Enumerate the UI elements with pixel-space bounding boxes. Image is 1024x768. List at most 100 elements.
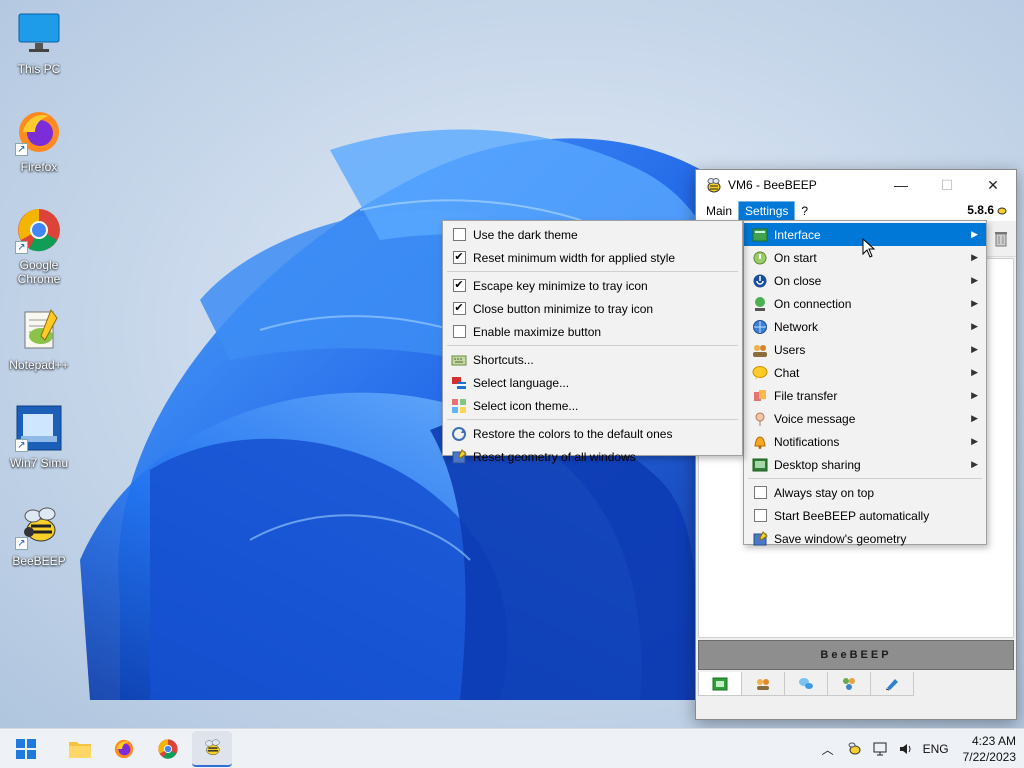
minimize-button[interactable]: —	[878, 170, 924, 200]
taskbar-firefox[interactable]	[104, 731, 144, 767]
menu-main[interactable]: Main	[700, 202, 738, 220]
menu-separator	[447, 345, 738, 346]
shortcut-arrow-icon: ↗	[15, 537, 28, 550]
files-tab-icon[interactable]	[870, 672, 914, 696]
menu-separator	[447, 271, 738, 272]
firefox-icon: ↗	[15, 108, 63, 156]
desktop-icon-label: Google Chrome	[17, 258, 61, 286]
file-explorer-icon	[69, 741, 91, 758]
menu-item-reset-min-width[interactable]: ✔ Reset minimum width for applied style	[443, 246, 742, 269]
close-button[interactable]: ✕	[970, 170, 1016, 200]
menu-item-select-language[interactable]: Select language...	[443, 371, 742, 394]
start-icon	[16, 738, 36, 759]
submenu-arrow-icon: ▶	[971, 459, 978, 469]
menu-item-dark-theme[interactable]: Use the dark theme	[443, 223, 742, 246]
chrome-icon: ↗	[15, 206, 63, 254]
menu-item-always-on-top[interactable]: Always stay on top	[744, 481, 986, 504]
checkbox-dark-theme[interactable]	[452, 228, 466, 241]
mouse-cursor-icon	[862, 238, 876, 258]
menu-item-restore-colors[interactable]: Restore the colors to the default ones	[443, 422, 742, 445]
menu-item-chat[interactable]: Chat ▶	[744, 361, 986, 384]
desktop-icon-label: Notepad++	[9, 358, 69, 372]
firefox-icon	[114, 739, 134, 758]
taskbar: ︿ ENG 4:23 AM 7/22/2023	[0, 728, 1024, 768]
network-tab-icon[interactable]	[827, 672, 871, 696]
desktop-icon-this-pc[interactable]: This PC	[4, 10, 74, 76]
beebeep-app-icon	[707, 178, 721, 193]
desktop-icon-win7-simu[interactable]: ↗ Win7 Simu	[4, 404, 74, 470]
clock[interactable]: 4:23 AM 7/22/2023	[963, 733, 1016, 765]
start-button[interactable]	[6, 731, 46, 767]
settings-menu: Interface ▶ On start ▶ On close ▶ On connec…	[743, 220, 987, 546]
checkbox-start-automatically[interactable]	[753, 509, 767, 522]
restore-colors-icon	[451, 426, 467, 442]
menu-item-escape-minimize[interactable]: ✔ Escape key minimize to tray icon	[443, 274, 742, 297]
menu-item-close-minimize[interactable]: ✔ Close button minimize to tray icon	[443, 297, 742, 320]
taskbar-file-explorer[interactable]	[60, 731, 100, 767]
checkbox-reset-min-width[interactable]: ✔	[452, 251, 466, 264]
menu-item-start-automatically[interactable]: Start BeeBEEP automatically	[744, 504, 986, 527]
desktop-icon-beebeep[interactable]: ↗ BeeBEEP	[4, 502, 74, 568]
menu-item-save-geometry[interactable]: Save window's geometry	[744, 527, 986, 550]
desktop-icon-label: Win7 Simu	[9, 456, 68, 470]
menu-item-on-close[interactable]: On close ▶	[744, 269, 986, 292]
shortcut-arrow-icon: ↗	[15, 439, 28, 452]
desktop-icon-firefox[interactable]: ↗ Firefox	[4, 108, 74, 174]
save-geometry-icon	[752, 530, 768, 547]
submenu-arrow-icon: ▶	[971, 367, 978, 377]
bottom-tabs	[698, 672, 914, 696]
network-icon	[752, 319, 768, 335]
interface-submenu: Use the dark theme ✔ Reset minimum width…	[442, 220, 743, 464]
desktop-icon-notepadpp[interactable]: Notepad++	[4, 306, 74, 372]
beebeep-tray-icon[interactable]	[845, 740, 863, 758]
menu-item-on-connection[interactable]: On connection ▶	[744, 292, 986, 315]
submenu-arrow-icon: ▶	[971, 390, 978, 400]
checkbox-escape-minimize[interactable]: ✔	[452, 279, 466, 292]
menu-item-desktop-sharing[interactable]: Desktop sharing ▶	[744, 453, 986, 476]
reset-geometry-icon	[451, 448, 467, 465]
window-titlebar[interactable]: VM6 - BeeBEEP — ☐ ✕	[696, 170, 1016, 200]
submenu-arrow-icon: ▶	[971, 413, 978, 423]
taskbar-chrome[interactable]	[148, 731, 188, 767]
submenu-arrow-icon: ▶	[971, 436, 978, 446]
taskbar-beebeep[interactable]	[192, 730, 232, 767]
notifications-icon	[752, 434, 768, 450]
menu-settings[interactable]: Settings	[738, 200, 796, 221]
checkbox-enable-maximize[interactable]	[452, 325, 466, 338]
chat-icon	[752, 365, 768, 381]
language-indicator[interactable]: ENG	[923, 742, 949, 756]
menu-item-enable-maximize[interactable]: Enable maximize button	[443, 320, 742, 343]
shortcut-arrow-icon: ↗	[15, 143, 28, 156]
menu-item-voice-message[interactable]: Voice message ▶	[744, 407, 986, 430]
groups-tab-icon[interactable]	[784, 672, 828, 696]
menu-item-shortcuts[interactable]: Shortcuts...	[443, 348, 742, 371]
menubar: Main Settings ? 5.8.6	[696, 200, 1016, 221]
on-connection-icon	[752, 296, 768, 312]
volume-icon[interactable]	[897, 740, 915, 758]
clock-time: 4:23 AM	[971, 734, 1016, 748]
icon-theme-icon	[451, 398, 467, 414]
menu-help[interactable]: ?	[795, 202, 814, 220]
interface-icon	[752, 227, 768, 243]
clock-date: 7/22/2023	[962, 750, 1016, 764]
menu-item-users[interactable]: Users ▶	[744, 338, 986, 361]
chat-tab-icon[interactable]	[698, 672, 742, 696]
trash-icon[interactable]	[994, 229, 1008, 247]
beebeep-banner: BeeBEEP	[698, 640, 1014, 670]
users-tab-icon[interactable]	[741, 672, 785, 696]
menu-item-network[interactable]: Network ▶	[744, 315, 986, 338]
notepadpp-icon	[15, 306, 63, 354]
menu-item-notifications[interactable]: Notifications ▶	[744, 430, 986, 453]
checkbox-close-minimize[interactable]: ✔	[452, 302, 466, 315]
menu-item-file-transfer[interactable]: File transfer ▶	[744, 384, 986, 407]
monitor-icon	[15, 10, 63, 58]
maximize-button[interactable]: ☐	[924, 170, 970, 200]
network-tray-icon[interactable]	[871, 740, 889, 758]
menu-item-reset-geometry[interactable]: Reset geometry of all windows	[443, 445, 742, 468]
desktop-icon-chrome[interactable]: ↗ Google Chrome	[4, 206, 74, 286]
desktop-icon-label: BeeBEEP	[12, 554, 66, 568]
chevron-up-icon[interactable]: ︿	[819, 740, 837, 758]
menu-item-select-icon-theme[interactable]: Select icon theme...	[443, 394, 742, 417]
on-close-icon	[752, 273, 768, 289]
checkbox-always-on-top[interactable]	[753, 486, 767, 499]
